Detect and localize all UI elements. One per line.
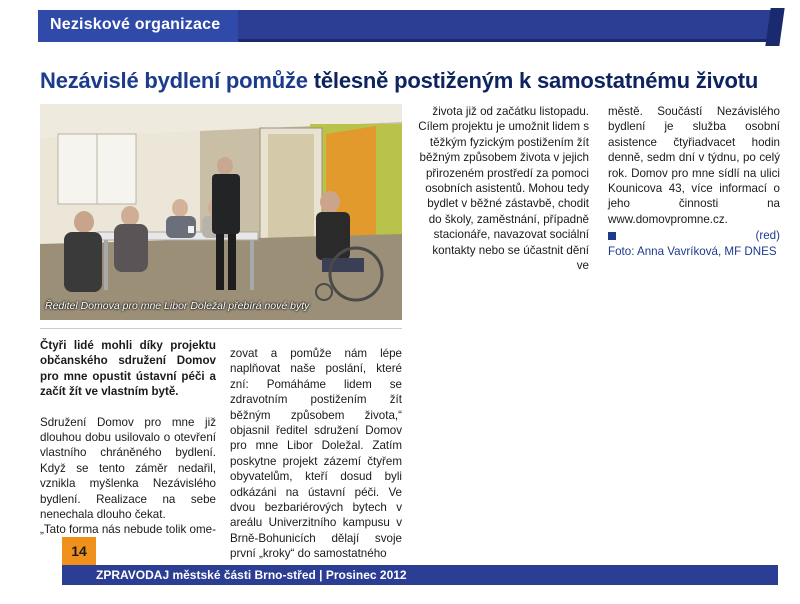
column-3-body: života již od začátku listopadu. Cílem p… <box>418 105 589 273</box>
column-2-body: zovat a pomůže nám lépe naplňovat naše p… <box>230 347 402 561</box>
column-3: života již od začátku listopadu. Cílem p… <box>417 104 589 273</box>
footer-text: ZPRAVODAJ městské části Brno-střed | Pro… <box>96 568 407 582</box>
footer-bar: ZPRAVODAJ městské části Brno-střed | Pro… <box>62 565 778 585</box>
article-headline: Nezávislé bydlení pomůže tělesně postiže… <box>40 68 780 94</box>
end-of-article-square-icon <box>608 231 616 240</box>
page-number: 14 <box>62 537 96 565</box>
photo-illustration <box>40 104 402 320</box>
magazine-page: Neziskové organizace Nezávislé bydlení p… <box>0 0 800 604</box>
photo-divider <box>40 328 402 329</box>
headline-part-1: Nezávislé bydlení pomůže <box>40 68 308 93</box>
photo-credit: Foto: Anna Vavríková, MF DNES <box>608 244 777 258</box>
article-photo: Ředitel Domova pro mne Libor Doležal pře… <box>40 104 402 320</box>
column-1-quote: „Tato forma nás nebude tolik ome- <box>40 523 216 537</box>
article-author: (red) <box>755 229 780 243</box>
column-4-body: městě. Součástí Nezávislého bydlení je s… <box>608 105 780 226</box>
column-4: městě. Součástí Nezávislého bydlení je s… <box>608 104 780 259</box>
section-corner <box>765 8 785 46</box>
headline-part-2: tělesně postiženým k samostatnému životu <box>313 68 759 93</box>
section-title: Neziskové organizace <box>50 16 221 33</box>
article-lead: Čtyři lidé mohli díky projektu občanskéh… <box>40 339 216 399</box>
section-header: Neziskové organizace <box>38 8 785 46</box>
column-1: Čtyři lidé mohli díky projektu občanskéh… <box>40 338 216 538</box>
column-2: zovat a pomůže nám lépe naplňovat naše p… <box>230 346 402 562</box>
column-1-body: Sdružení Domov pro mne již dlouhou dobu … <box>40 415 216 522</box>
photo-caption: Ředitel Domova pro mne Libor Doležal pře… <box>45 300 310 312</box>
article-signoff: (red) <box>608 228 780 243</box>
